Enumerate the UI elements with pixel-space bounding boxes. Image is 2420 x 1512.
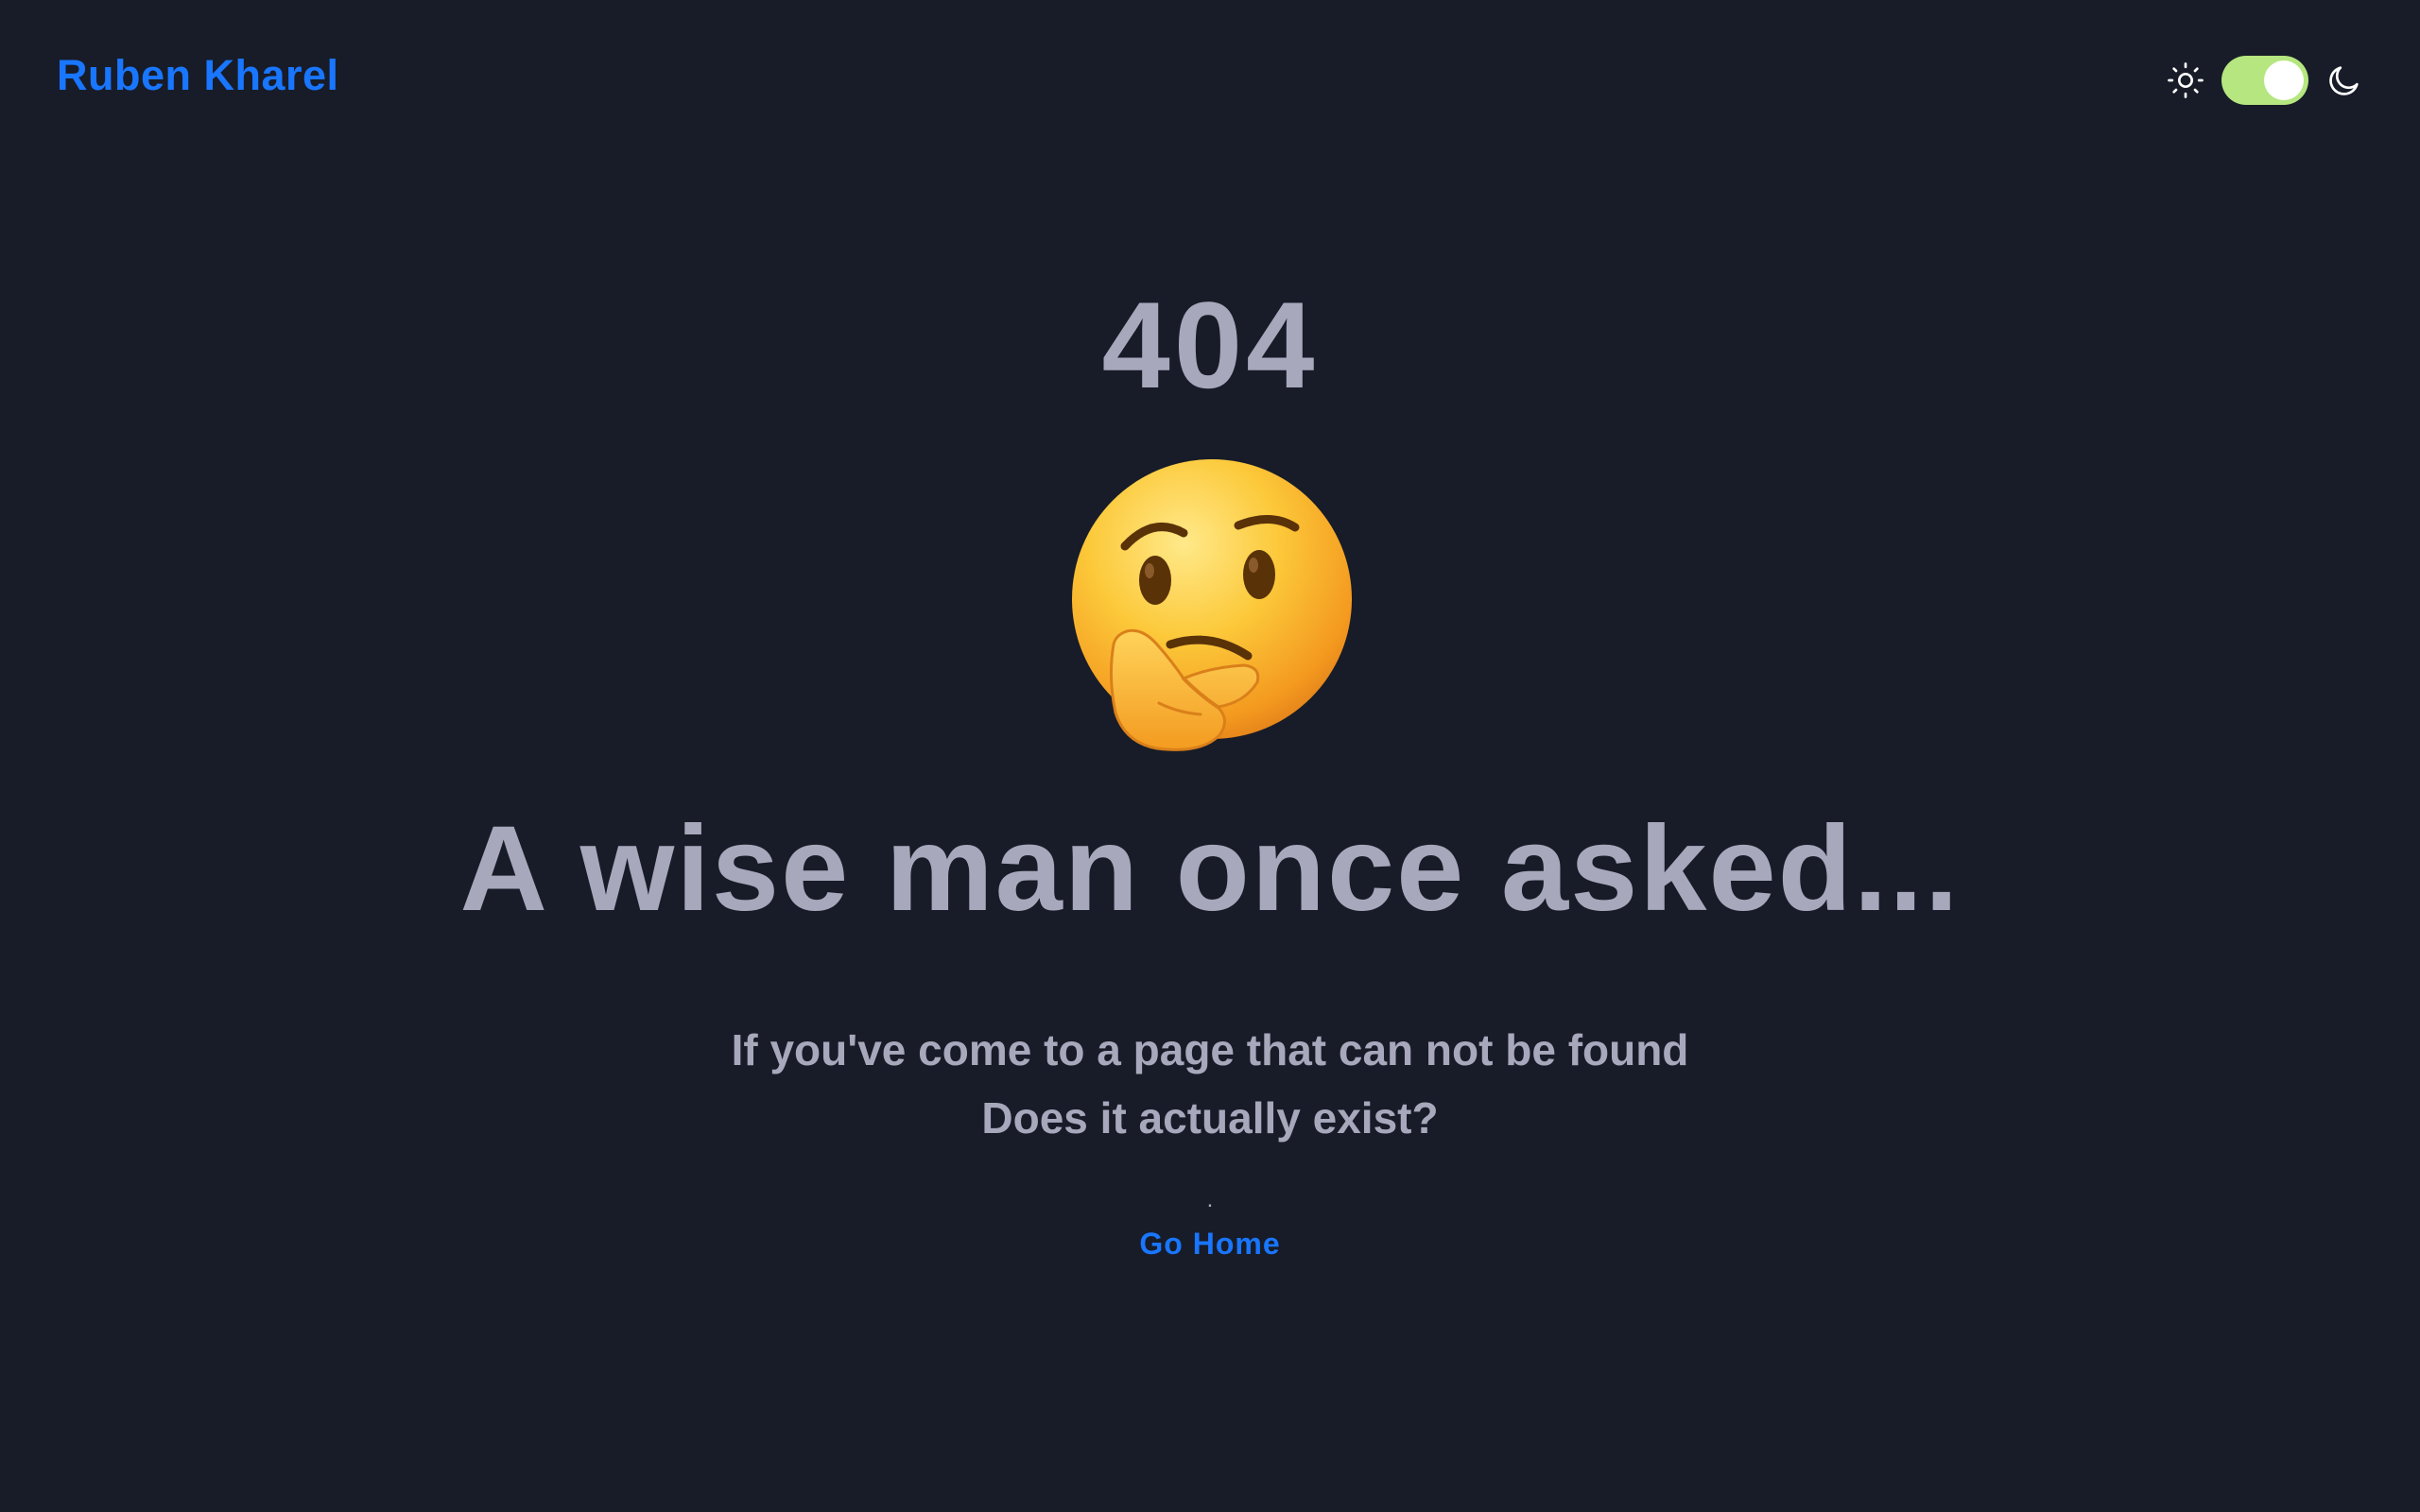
thinking-face-emoji-container (0, 459, 2420, 762)
brand-link[interactable]: Ruben Kharel (57, 51, 339, 100)
moon-icon (2329, 66, 2359, 95)
not-found-page: Ruben Kharel 404 A wise man once asked..… (0, 0, 2420, 1512)
error-code: 404 (1101, 276, 1319, 414)
separator-dot: . (1206, 1187, 1214, 1212)
theme-controls (2167, 55, 2363, 106)
thinking-face-icon (1072, 459, 1352, 751)
message-line-1: If you've come to a page that can not be… (731, 1025, 1689, 1074)
theme-toggle-knob (2264, 60, 2304, 100)
home-link-container: Go Home (0, 1228, 2420, 1259)
message-line-2: Does it actually exist? (981, 1093, 1439, 1143)
sun-icon (2168, 62, 2204, 98)
headline: A wise man once asked... (459, 801, 1961, 936)
go-home-link[interactable]: Go Home (1139, 1227, 1280, 1261)
theme-toggle[interactable] (2221, 56, 2308, 105)
